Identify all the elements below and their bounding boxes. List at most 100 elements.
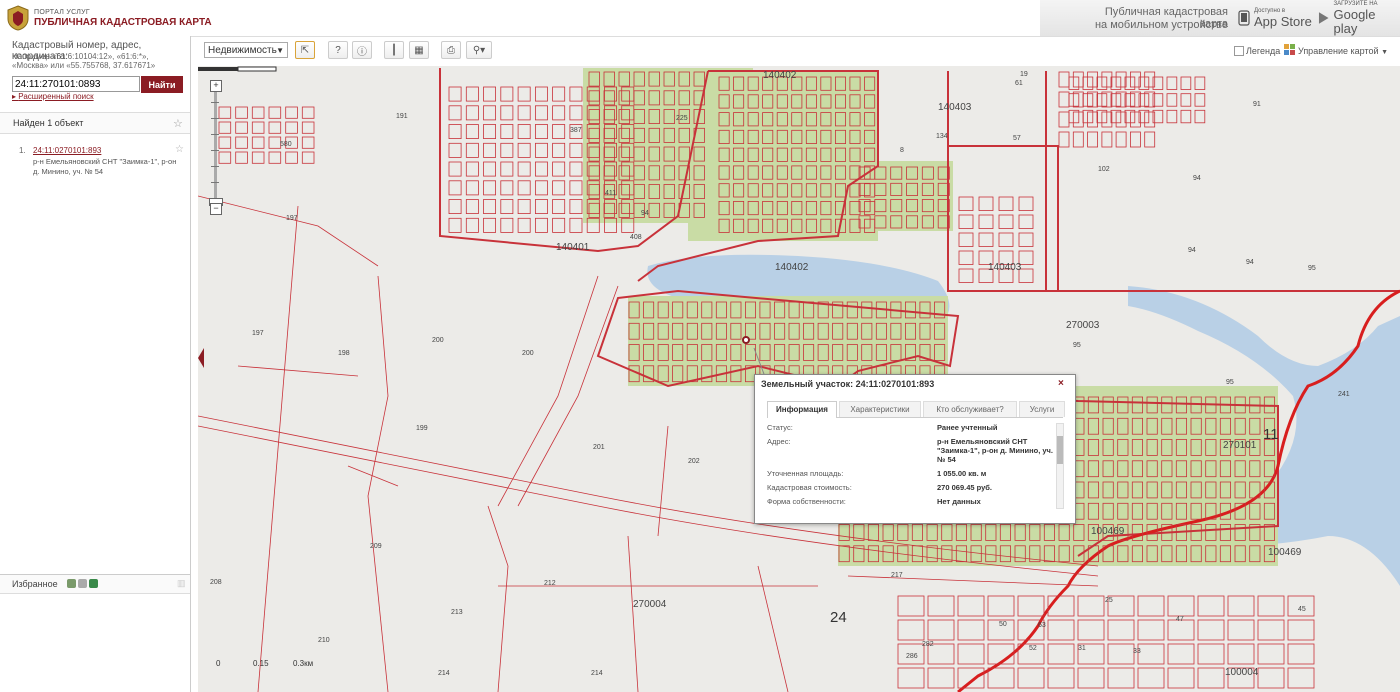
parcel-outline[interactable] xyxy=(1130,131,1141,148)
town-parcel-outline[interactable] xyxy=(1167,595,1195,617)
parcel-outline[interactable] xyxy=(1166,109,1178,124)
advanced-search-link[interactable]: ▸ Расширенный поиск xyxy=(12,92,94,101)
town-parcel-outline[interactable] xyxy=(1107,619,1135,641)
parcel-outline[interactable] xyxy=(552,105,566,121)
parcel-outline[interactable] xyxy=(569,105,583,121)
parcel-outline[interactable] xyxy=(483,199,497,215)
parcel-outline[interactable] xyxy=(1072,71,1084,88)
parcel-outline[interactable] xyxy=(569,161,583,177)
parcel-outline[interactable] xyxy=(534,86,548,102)
town-parcel-outline[interactable] xyxy=(1257,595,1285,617)
star-icon[interactable]: ☆ xyxy=(173,117,183,130)
parcel-outline[interactable] xyxy=(465,105,479,121)
town-parcel-outline[interactable] xyxy=(1047,643,1075,665)
area-tool-button[interactable]: ▦ xyxy=(409,41,429,59)
parcel-outline[interactable] xyxy=(978,196,994,211)
parcel-outline[interactable] xyxy=(978,232,994,247)
parcel-outline[interactable] xyxy=(552,124,566,140)
appstore-button[interactable]: Доступно в App Store xyxy=(1238,4,1312,32)
tab-services[interactable]: Услуги xyxy=(1019,401,1065,417)
parcel-outline[interactable] xyxy=(500,217,514,233)
parcel-outline[interactable] xyxy=(569,86,583,102)
parcel-outline[interactable] xyxy=(235,151,248,164)
town-parcel-outline[interactable] xyxy=(927,595,955,617)
popup-scrollbar-thumb[interactable] xyxy=(1057,436,1063,464)
parcel-outline[interactable] xyxy=(1180,76,1192,90)
parcel-outline[interactable] xyxy=(569,180,583,196)
town-parcel-outline[interactable] xyxy=(1077,667,1105,689)
layers-icon[interactable] xyxy=(1284,44,1295,55)
result-link[interactable]: 24:11:0270101:893 xyxy=(33,146,101,155)
parcel-outline[interactable] xyxy=(1072,131,1084,148)
town-parcel-outline[interactable] xyxy=(1287,619,1315,641)
parcel-outline[interactable] xyxy=(1180,109,1192,124)
parcel-outline[interactable] xyxy=(218,136,232,149)
town-parcel-outline[interactable] xyxy=(1107,667,1135,689)
tab-information[interactable]: Информация xyxy=(767,401,837,418)
parcel-outline[interactable] xyxy=(1018,196,1034,211)
town-parcel-outline[interactable] xyxy=(1017,667,1045,689)
parcel-outline[interactable] xyxy=(552,86,566,102)
parcel-outline[interactable] xyxy=(483,217,497,233)
find-button[interactable]: Найти xyxy=(141,76,183,93)
parcel-outline[interactable] xyxy=(465,180,479,196)
object-type-select[interactable]: Недвижимость ▼ xyxy=(204,42,288,58)
parcel-outline[interactable] xyxy=(500,161,514,177)
town-parcel-outline[interactable] xyxy=(1197,595,1225,617)
parcel-outline[interactable] xyxy=(465,217,479,233)
googleplay-button[interactable]: ЗАГРУЗИТЕ НА Google play xyxy=(1318,1,1400,35)
parcel-outline[interactable] xyxy=(268,151,282,164)
parcel-outline[interactable] xyxy=(958,196,974,211)
parcel-outline[interactable] xyxy=(448,142,462,158)
parcel-outline[interactable] xyxy=(534,217,548,233)
parcel-outline[interactable] xyxy=(483,86,497,102)
town-parcel-outline[interactable] xyxy=(897,619,925,641)
town-parcel-outline[interactable] xyxy=(897,667,925,689)
excel-icon[interactable] xyxy=(89,579,98,588)
town-parcel-outline[interactable] xyxy=(927,619,955,641)
town-parcel-outline[interactable] xyxy=(1257,643,1285,665)
parcel-outline[interactable] xyxy=(1072,111,1084,128)
town-parcel-outline[interactable] xyxy=(1287,667,1315,689)
selected-parcel-marker[interactable] xyxy=(742,336,750,344)
info-tool-button[interactable]: ⓘ xyxy=(352,41,372,59)
parcel-outline[interactable] xyxy=(500,124,514,140)
parcel-outline[interactable] xyxy=(235,106,248,119)
parcel-outline[interactable] xyxy=(251,121,265,134)
parcel-outline[interactable] xyxy=(517,199,531,215)
parcel-outline[interactable] xyxy=(448,86,462,102)
town-parcel-outline[interactable] xyxy=(1137,619,1165,641)
town-parcel-outline[interactable] xyxy=(1197,619,1225,641)
parcel-outline[interactable] xyxy=(1194,109,1206,124)
parcel-outline[interactable] xyxy=(1068,76,1080,90)
parcel-outline[interactable] xyxy=(285,151,298,164)
parcel-outline[interactable] xyxy=(448,199,462,215)
parcel-outline[interactable] xyxy=(448,124,462,140)
town-parcel-outline[interactable] xyxy=(1077,619,1105,641)
town-parcel-outline[interactable] xyxy=(1287,643,1315,665)
parcel-outline[interactable] xyxy=(268,106,282,119)
map-control-menu[interactable]: Управление картой ▼ xyxy=(1298,46,1388,56)
town-parcel-outline[interactable] xyxy=(987,595,1015,617)
parcel-outline[interactable] xyxy=(958,250,974,265)
parcel-outline[interactable] xyxy=(552,180,566,196)
parcel-outline[interactable] xyxy=(958,232,974,247)
town-parcel-outline[interactable] xyxy=(1017,595,1045,617)
town-parcel-outline[interactable] xyxy=(1257,619,1285,641)
town-parcel-outline[interactable] xyxy=(1227,595,1255,617)
parcel-outline[interactable] xyxy=(465,86,479,102)
town-parcel-outline[interactable] xyxy=(1047,667,1075,689)
close-icon[interactable]: × xyxy=(1058,378,1064,389)
town-parcel-outline[interactable] xyxy=(957,595,985,617)
parcel-outline[interactable] xyxy=(465,142,479,158)
measure-tool-button[interactable]: ┃ xyxy=(384,41,404,59)
parcel-outline[interactable] xyxy=(465,161,479,177)
parcel-outline[interactable] xyxy=(1087,131,1098,148)
import-icon[interactable] xyxy=(78,579,87,588)
parcel-outline[interactable] xyxy=(301,121,315,134)
parcel-outline[interactable] xyxy=(235,136,248,149)
popup-scrollbar[interactable] xyxy=(1056,423,1064,509)
parcel-outline[interactable] xyxy=(1018,232,1034,247)
parcel-outline[interactable] xyxy=(1058,111,1070,128)
parcel-outline[interactable] xyxy=(448,217,462,233)
